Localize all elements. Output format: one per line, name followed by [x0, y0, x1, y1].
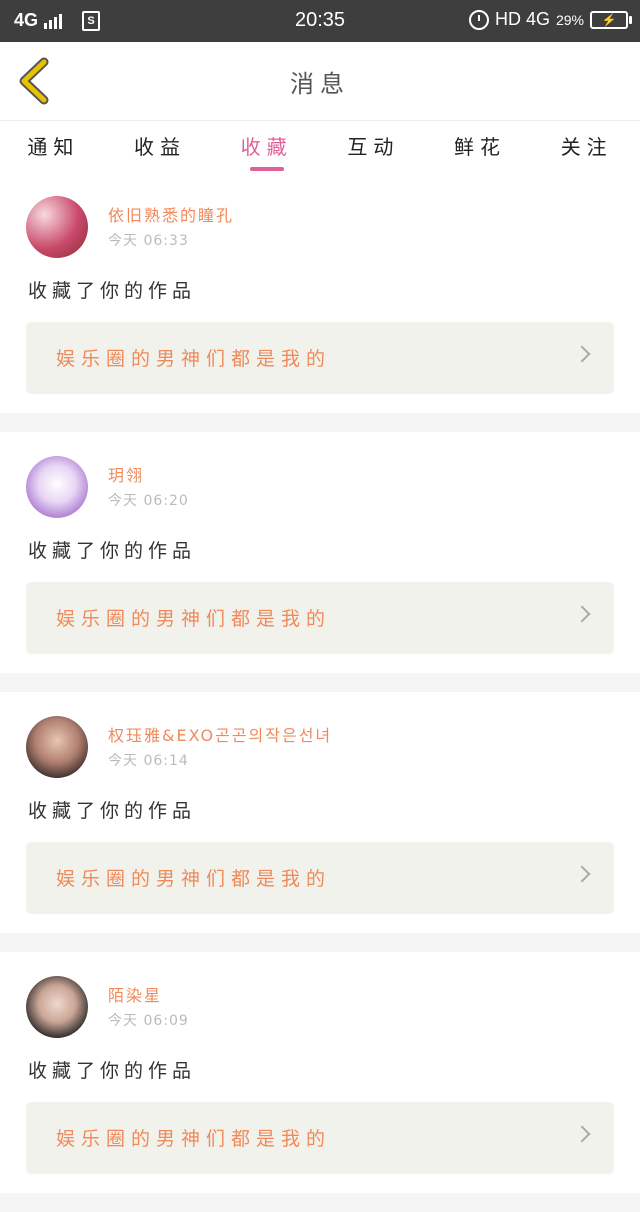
status-right: HD 4G 29% ⚡	[468, 9, 632, 30]
message-list: 依旧熟悉的瞳孔 今天 06:33 收藏了你的作品 娱乐圈的男神们都是我的 玥翎 …	[0, 172, 640, 1212]
action-text: 收藏了你的作品	[28, 1060, 197, 1082]
tab-favorites[interactable]: 收藏	[213, 121, 320, 173]
message-time: 今天 06:33	[108, 233, 189, 249]
message-time: 今天 06:20	[108, 493, 189, 509]
user-name[interactable]: 陌染星	[108, 982, 162, 1006]
tab-follow[interactable]: 关注	[533, 121, 640, 173]
work-title: 娱乐圈的男神们都是我的	[56, 608, 332, 630]
work-title: 娱乐圈的男神们都是我的	[56, 868, 332, 890]
avatar[interactable]	[26, 976, 88, 1038]
action-text: 收藏了你的作品	[28, 800, 197, 822]
message-time: 今天 06:14	[108, 753, 189, 769]
action-text: 收藏了你的作品	[28, 280, 197, 302]
chevron-right-icon	[573, 345, 591, 363]
work-title: 娱乐圈的男神们都是我的	[56, 348, 332, 370]
page-title: 消息	[290, 70, 350, 98]
user-name[interactable]: 依旧熟悉的瞳孔	[108, 202, 234, 226]
header: 消息	[0, 42, 640, 120]
work-link[interactable]: 娱乐圈的男神们都是我的	[26, 842, 614, 914]
alarm-icon	[468, 9, 489, 30]
work-link[interactable]: 娱乐圈的男神们都是我的	[26, 322, 614, 394]
avatar[interactable]	[26, 716, 88, 778]
message-card: 陌染星 今天 06:09 收藏了你的作品 娱乐圈的男神们都是我的	[0, 952, 640, 1193]
work-link[interactable]: 娱乐圈的男神们都是我的	[26, 1102, 614, 1174]
tab-interaction[interactable]: 互动	[320, 121, 427, 173]
chevron-right-icon	[573, 865, 591, 883]
message-time: 今天 06:09	[108, 1013, 189, 1029]
battery-text: 29%	[555, 11, 584, 28]
action-text: 收藏了你的作品	[28, 540, 197, 562]
chevron-right-icon	[573, 605, 591, 623]
chevron-right-icon	[573, 1125, 591, 1143]
avatar[interactable]	[26, 456, 88, 518]
message-card: 玥翎 今天 06:20 收藏了你的作品 娱乐圈的男神们都是我的	[0, 432, 640, 673]
tab-earnings[interactable]: 收益	[107, 121, 214, 173]
avatar[interactable]	[26, 196, 88, 258]
work-link[interactable]: 娱乐圈的男神们都是我的	[26, 582, 614, 654]
network-hd: HD 4G	[494, 9, 550, 29]
tab-bar: 通知 收益 收藏 互动 鲜花 关注	[0, 120, 640, 173]
battery-icon: ⚡	[590, 10, 632, 29]
tab-notice[interactable]: 通知	[0, 121, 107, 173]
tab-flowers[interactable]: 鲜花	[427, 121, 534, 173]
status-bar: 4G S 20:35 HD 4G 29% ⚡	[0, 0, 640, 42]
user-name[interactable]: 权珏雅&EXO곤곤의작은선녀	[108, 722, 332, 746]
message-card: 依旧熟悉的瞳孔 今天 06:33 收藏了你的作品 娱乐圈的男神们都是我的	[0, 172, 640, 413]
message-card: 权珏雅&EXO곤곤의작은선녀 今天 06:14 收藏了你的作品 娱乐圈的男神们都…	[0, 692, 640, 933]
user-name[interactable]: 玥翎	[108, 462, 144, 486]
